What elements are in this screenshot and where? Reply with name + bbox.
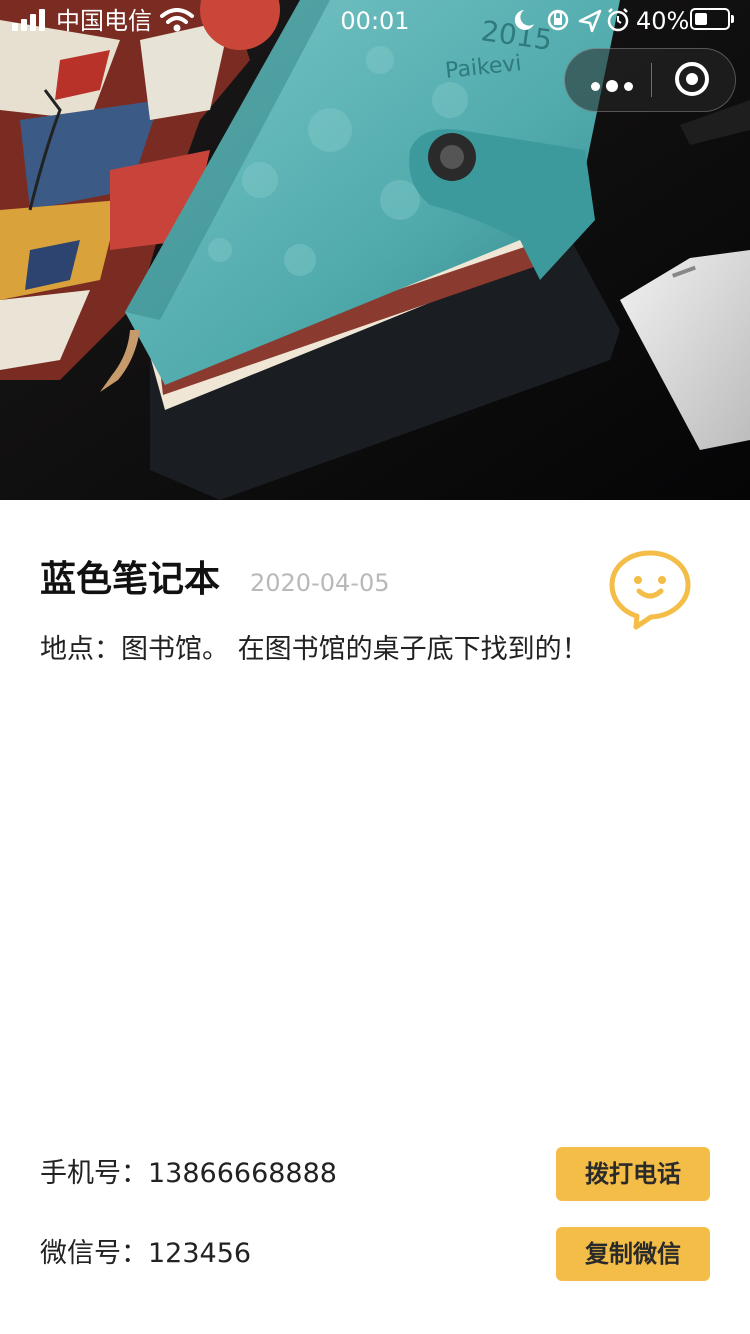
phone-number: 手机号：13866668888: [40, 1158, 337, 1189]
wechat-id: 微信号：123456: [40, 1238, 252, 1269]
target-close-icon: [675, 62, 709, 96]
rotation-lock-icon: [547, 9, 569, 31]
status-icons: [514, 8, 629, 33]
smile-chat-icon[interactable]: [606, 548, 694, 632]
battery-percent: 40%: [636, 7, 690, 35]
copy-wechat-button[interactable]: 复制微信: [556, 1227, 710, 1281]
moon-icon: [514, 10, 534, 30]
status-bar: 中国电信 00:01 40%: [0, 0, 750, 40]
close-button[interactable]: [663, 49, 729, 111]
item-title: 蓝色笔记本: [40, 559, 221, 600]
capsule-divider: [651, 63, 652, 97]
more-dots-icon: [591, 76, 639, 95]
battery-icon: [690, 8, 734, 30]
alarm-icon: [607, 8, 629, 32]
item-description: 地点：图书馆。 在图书馆的桌子底下找到的！: [40, 634, 589, 665]
location-arrow-icon: [578, 9, 602, 33]
item-date: 2020-04-05: [250, 569, 390, 597]
mini-program-capsule: [564, 48, 736, 112]
more-button[interactable]: [583, 49, 649, 111]
call-button[interactable]: 拨打电话: [556, 1147, 710, 1201]
